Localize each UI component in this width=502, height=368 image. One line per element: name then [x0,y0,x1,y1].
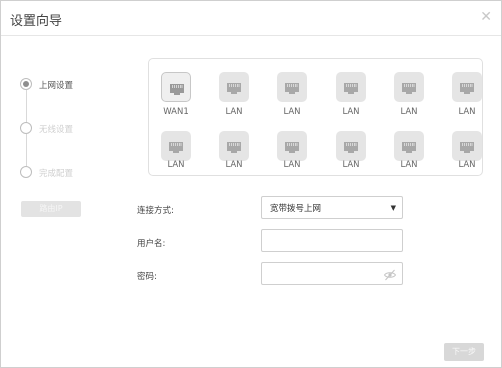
router-ip-button[interactable]: 路由IP [21,201,81,217]
port-label: LAN [342,160,360,170]
chevron-down-icon: ▼ [390,204,396,212]
port-label: LAN [400,160,418,170]
lan-port-icon [394,72,424,102]
username-input[interactable] [261,229,403,252]
lan-port-icon [336,72,366,102]
port-label: LAN [342,107,360,117]
lan-port-icon [452,72,482,102]
port-label: LAN [458,160,476,170]
wan1-port-icon [161,72,191,102]
port-label: LAN [400,107,418,117]
step-2-radio [20,122,32,134]
step-3-label: 完成配置 [39,169,74,179]
lan-port-icon [277,72,307,102]
port-label: LAN [225,107,243,117]
port-label: LAN [458,107,476,117]
step-2-label: 无线设置 [39,125,74,135]
connection-type-label: 连接方式: [137,206,174,216]
lan-port-icon [219,131,249,161]
dialog-title: 设置向导 [10,14,63,29]
step-3-radio [20,166,32,178]
lan-port-icon [394,131,424,161]
lan-port-icon [336,131,366,161]
eye-hidden-icon[interactable] [383,267,397,286]
step-connector [26,134,27,166]
step-1-label: 上网设置 [39,81,74,91]
port-label: LAN [283,160,301,170]
lan-port-icon [219,72,249,102]
port-status-panel: WAN1 LAN LAN LAN LAN LAN LAN LAN LAN LAN… [148,58,483,176]
password-input[interactable] [261,262,403,285]
header-divider [1,35,501,36]
next-button[interactable]: 下一步 [444,343,484,361]
port-label: WAN1 [163,107,189,117]
connection-type-value: 宽带拨号上网 [270,204,322,214]
close-icon[interactable]: ✕ [480,9,492,25]
username-label: 用户名: [137,239,166,249]
lan-port-icon [277,131,307,161]
step-1-radio [20,78,32,90]
port-label: LAN [283,107,301,117]
lan-port-icon [161,131,191,161]
setup-wizard-dialog: 设置向导 ✕ 上网设置 无线设置 完成配置 路由IP WAN1 LAN LAN … [0,0,502,368]
port-label: LAN [167,160,185,170]
port-label: LAN [225,160,243,170]
lan-port-icon [452,131,482,161]
password-label: 密码: [137,272,157,282]
connection-type-select[interactable]: 宽带拨号上网 ▼ [261,196,403,219]
